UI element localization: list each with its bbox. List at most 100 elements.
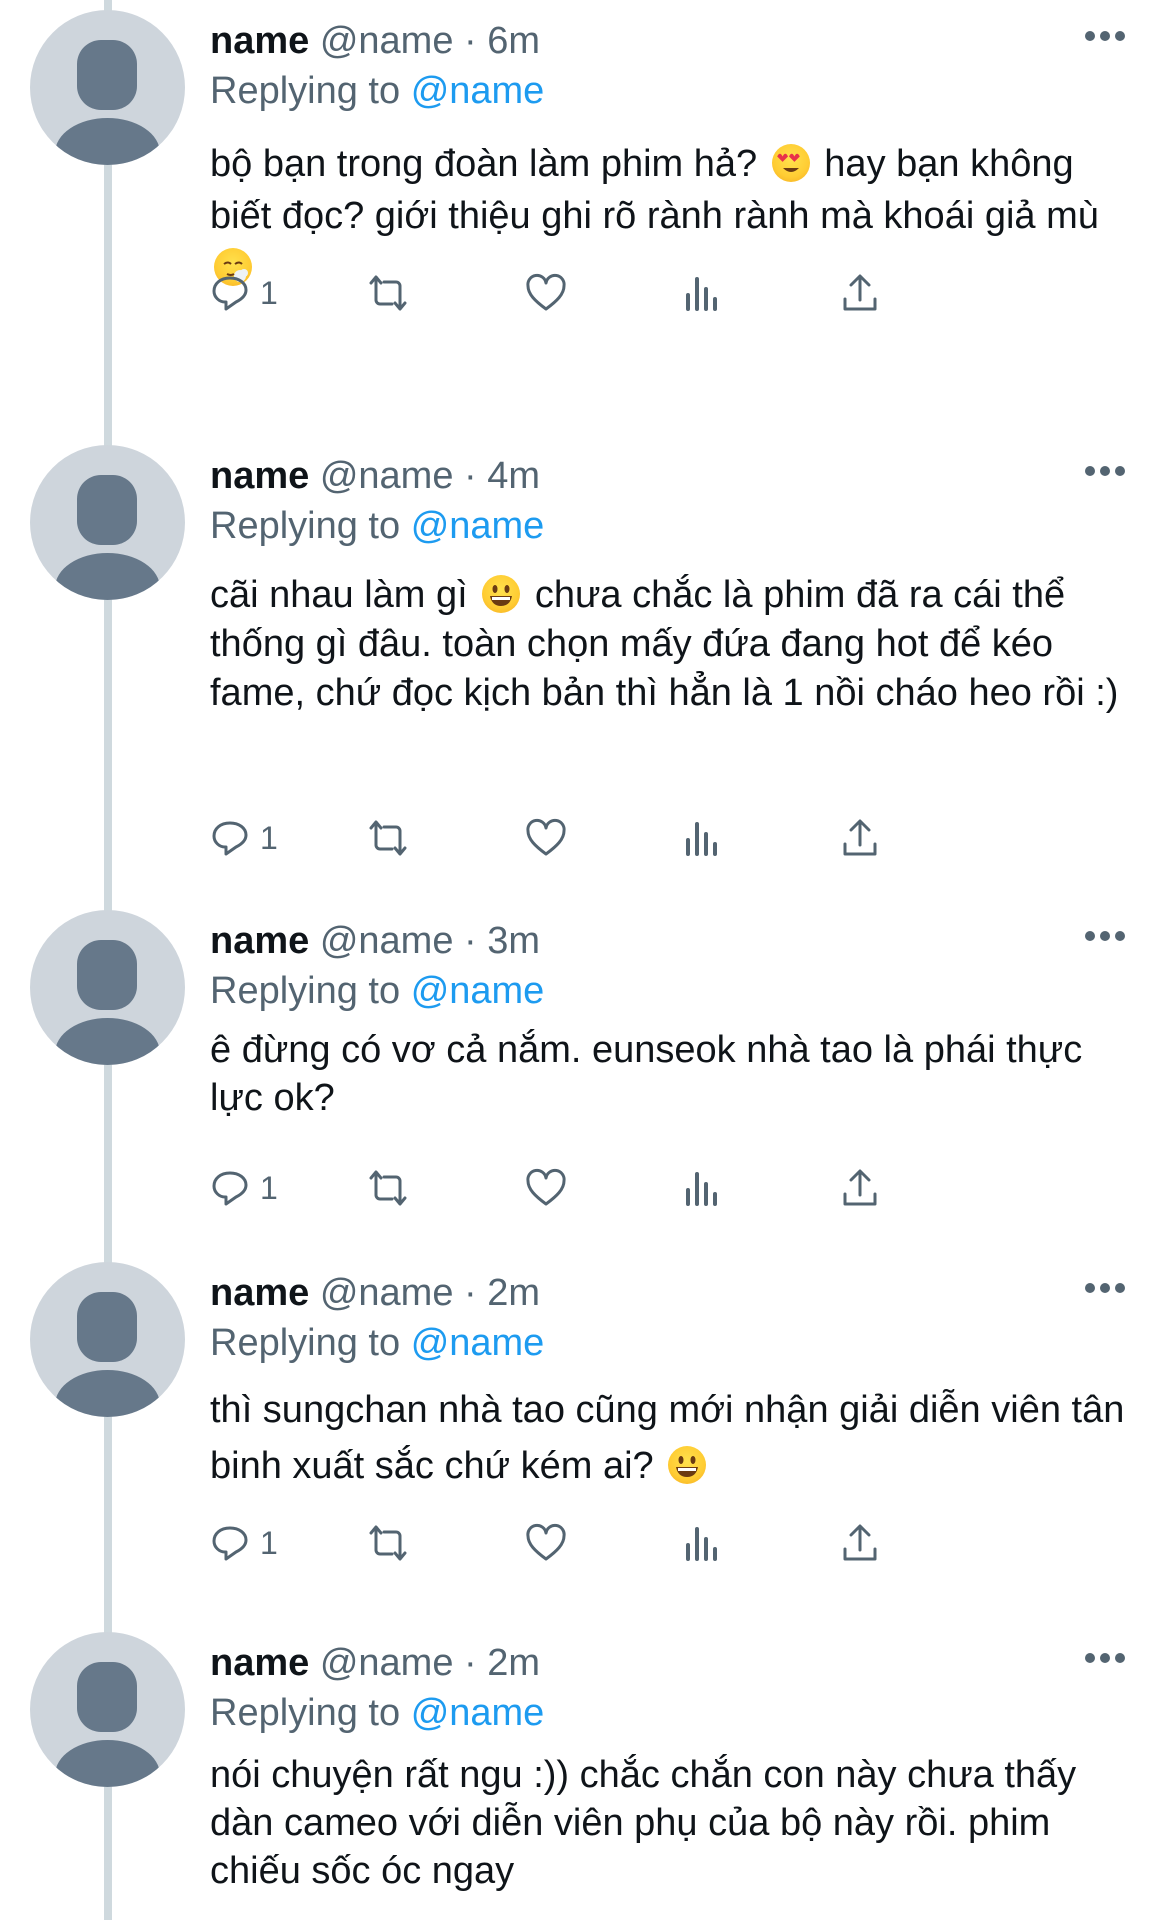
heart-icon (526, 1523, 566, 1561)
heart-icon (526, 273, 566, 311)
separator: · (464, 1642, 477, 1684)
user-handle[interactable]: @name (320, 20, 454, 62)
mention-link[interactable]: @name (411, 970, 545, 1012)
tweet-header: name @name · 6m (210, 18, 540, 64)
views-button[interactable] (685, 1518, 719, 1568)
tweet-header: name @name · 2m (210, 1270, 540, 1316)
timestamp[interactable]: 6m (487, 20, 540, 62)
retweet-button[interactable] (365, 1518, 411, 1568)
replying-to: Replying to @name (210, 503, 544, 549)
tweet-text-part: thì sungchan nhà tao cũng mới nhận giải … (210, 1389, 1125, 1487)
separator: · (464, 1272, 477, 1314)
share-button[interactable] (840, 813, 880, 863)
like-button[interactable] (525, 268, 567, 318)
timestamp[interactable]: 3m (487, 920, 540, 962)
replying-label: Replying to (210, 970, 401, 1012)
heart-icon (526, 1168, 566, 1206)
like-button[interactable] (525, 813, 567, 863)
display-name[interactable]: name (210, 1642, 309, 1684)
grinning-face-emoji (668, 1446, 707, 1484)
display-name[interactable]: name (210, 20, 309, 62)
reply-button[interactable]: 1 (210, 813, 278, 863)
share-button[interactable] (840, 1163, 880, 1213)
avatar[interactable] (30, 445, 185, 600)
tweet-header: name @name · 3m (210, 918, 540, 964)
bar-chart-icon (686, 1527, 717, 1561)
reply-count: 1 (260, 274, 278, 311)
tweet-text-part: cãi nhau làm gì (210, 574, 468, 616)
mention-link[interactable]: @name (411, 1322, 545, 1364)
user-handle[interactable]: @name (320, 920, 454, 962)
more-icon[interactable] (1085, 1650, 1125, 1666)
views-button[interactable] (685, 268, 719, 318)
tweet-text: cãi nhau làm gì chưa chắc là phim đã ra … (210, 571, 1140, 718)
share-icon (843, 819, 877, 856)
separator: · (464, 20, 477, 62)
bar-chart-icon (686, 277, 717, 311)
retweet-icon (369, 1170, 407, 1206)
replying-label: Replying to (210, 1322, 401, 1364)
like-button[interactable] (525, 1518, 567, 1568)
reply-count: 1 (260, 1169, 278, 1206)
action-bar: 1 (210, 813, 1070, 863)
timestamp[interactable]: 2m (487, 1642, 540, 1684)
replying-to: Replying to @name (210, 968, 544, 1014)
views-button[interactable] (685, 1163, 719, 1213)
like-button[interactable] (525, 1163, 567, 1213)
views-button[interactable] (685, 813, 719, 863)
grinning-face-emoji (482, 575, 521, 613)
bar-chart-icon (686, 822, 717, 856)
mention-link[interactable]: @name (411, 505, 545, 547)
replying-label: Replying to (210, 1692, 401, 1734)
avatar[interactable] (30, 910, 185, 1065)
reply-button[interactable]: 1 (210, 1163, 278, 1213)
replying-to: Replying to @name (210, 1690, 544, 1736)
avatar[interactable] (30, 10, 185, 165)
tweet-header: name @name · 2m (210, 1640, 540, 1686)
action-bar: 1 (210, 268, 1070, 318)
avatar[interactable] (30, 1632, 185, 1787)
timestamp[interactable]: 4m (487, 455, 540, 497)
tweet-text-part: bộ bạn trong đoàn làm phim hả? (210, 143, 758, 185)
reply-button[interactable]: 1 (210, 1518, 278, 1568)
display-name[interactable]: name (210, 455, 309, 497)
retweet-icon (369, 1525, 407, 1561)
heart-eyes-emoji (771, 144, 810, 182)
share-button[interactable] (840, 1518, 880, 1568)
retweet-button[interactable] (365, 1163, 411, 1213)
mention-link[interactable]: @name (411, 70, 545, 112)
more-icon[interactable] (1085, 28, 1125, 44)
display-name[interactable]: name (210, 920, 309, 962)
more-icon[interactable] (1085, 463, 1125, 479)
avatar[interactable] (30, 1262, 185, 1417)
user-handle[interactable]: @name (320, 455, 454, 497)
separator: · (464, 920, 477, 962)
retweet-button[interactable] (365, 268, 411, 318)
reply-icon (212, 1526, 248, 1561)
retweet-button[interactable] (365, 813, 411, 863)
share-icon (843, 274, 877, 311)
mention-link[interactable]: @name (411, 1692, 545, 1734)
more-icon[interactable] (1085, 1280, 1125, 1296)
tweet-text: ê đừng có vơ cả nắm. eunseok nhà tao là … (210, 1026, 1140, 1122)
user-handle[interactable]: @name (320, 1642, 454, 1684)
heart-icon (526, 818, 566, 856)
more-icon[interactable] (1085, 928, 1125, 944)
replying-to: Replying to @name (210, 68, 544, 114)
replying-label: Replying to (210, 505, 401, 547)
retweet-icon (369, 820, 407, 856)
reply-count: 1 (260, 1524, 278, 1561)
reply-button[interactable]: 1 (210, 268, 278, 318)
share-icon (843, 1169, 877, 1206)
replying-label: Replying to (210, 70, 401, 112)
reply-count: 1 (260, 819, 278, 856)
tweet-text-part: ê đừng có vơ cả nắm. eunseok nhà tao là … (210, 1029, 1083, 1119)
reply-icon (212, 1171, 248, 1206)
timestamp[interactable]: 2m (487, 1272, 540, 1314)
user-handle[interactable]: @name (320, 1272, 454, 1314)
retweet-icon (369, 275, 407, 311)
display-name[interactable]: name (210, 1272, 309, 1314)
action-bar: 1 (210, 1518, 1070, 1568)
bar-chart-icon (686, 1172, 717, 1206)
share-button[interactable] (840, 268, 880, 318)
